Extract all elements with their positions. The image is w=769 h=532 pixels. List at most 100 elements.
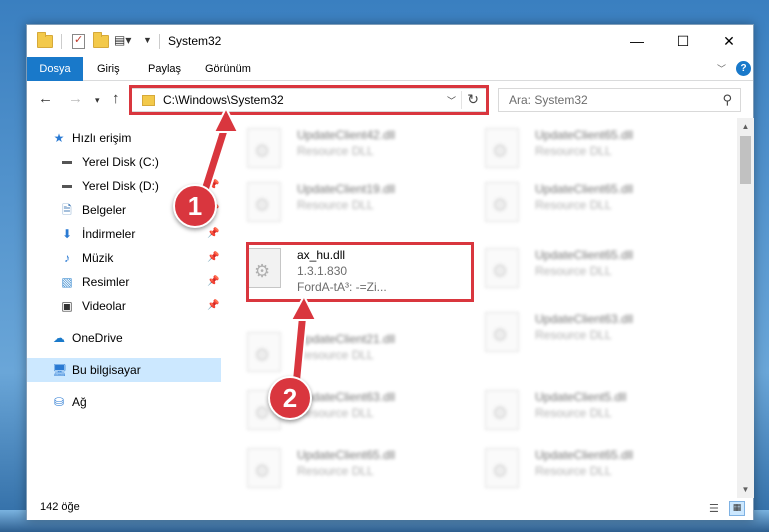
sidebar-item-network[interactable]: ⛁ Ağ <box>27 390 221 414</box>
refresh-icon[interactable]: ↻ <box>467 91 479 108</box>
sidebar-item-onedrive[interactable]: ☁ OneDrive <box>27 326 221 350</box>
help-icon[interactable]: ? <box>736 61 751 76</box>
pin-icon[interactable]: 📌 <box>207 222 219 246</box>
download-icon: ⬇ <box>61 227 73 241</box>
scroll-down-icon[interactable]: ▼ <box>737 481 754 498</box>
file-description: Resource DLL <box>535 406 612 420</box>
list-item[interactable]: UpdateClient65.dll Resource DLL <box>465 124 695 172</box>
search-input[interactable]: Ara: System32 <box>509 93 588 107</box>
address-dropdown-icon[interactable]: ﹀ <box>447 94 456 107</box>
maximize-button[interactable]: ☐ <box>660 25 706 57</box>
expand-ribbon-icon[interactable]: ﹀ <box>717 62 726 75</box>
highlighted-file-item[interactable]: ax_hu.dll 1.3.1.830 FordA-tA³: -=Zi... <box>227 244 457 294</box>
navigation-bar: ← → ▾ ↑ C:\Windows\System32 ﹀ ↻ Ara: Sys… <box>27 82 753 118</box>
file-name: UpdateClient65.dll <box>535 448 634 462</box>
list-item[interactable]: UpdateClient63.dll Resource DLL <box>227 386 457 434</box>
file-description: Resource DLL <box>297 198 374 212</box>
address-path[interactable]: C:\Windows\System32 <box>163 93 284 107</box>
dll-file-icon <box>485 390 519 430</box>
details-view-icon[interactable]: ☰ <box>709 502 725 516</box>
music-icon: ♪ <box>64 251 70 265</box>
list-item[interactable]: UpdateClient5.dll Resource DLL <box>465 386 695 434</box>
list-item[interactable]: UpdateClient42.dll Resource DLL <box>227 124 457 172</box>
forward-arrow-icon[interactable]: → <box>68 90 83 107</box>
vertical-scrollbar[interactable]: ▲ ▼ <box>737 118 754 498</box>
picture-icon: ▧ <box>61 275 73 289</box>
sidebar-item-this-pc[interactable]: 🖥 Bu bilgisayar <box>27 358 221 382</box>
file-name: UpdateClient65.dll <box>535 128 634 142</box>
tab-home[interactable]: Giriş <box>97 57 120 81</box>
pin-icon[interactable]: 📌 <box>207 150 219 174</box>
minimize-button[interactable]: — <box>614 25 660 57</box>
sidebar-item-label: Resimler <box>82 275 130 289</box>
address-bar[interactable]: C:\Windows\System32 ﹀ ↻ <box>131 88 487 112</box>
new-folder-icon[interactable] <box>93 32 109 48</box>
sidebar-item-quick-access[interactable]: ★ Hızlı erişim <box>27 126 221 150</box>
sidebar-item-label: Yerel Disk (C:) <box>82 155 159 169</box>
sidebar-item-label: OneDrive <box>72 331 123 345</box>
close-button[interactable]: ✕ <box>706 25 752 57</box>
dll-file-icon <box>247 448 281 488</box>
title-bar: ▤▾ ▼ System32 — ☐ ✕ <box>27 25 753 57</box>
drive-icon: ▬ <box>62 156 72 167</box>
navigation-pane: ★ Hızlı erişim ▬ Yerel Disk (C:) 📌 ▬ Yer… <box>27 118 221 498</box>
divider <box>159 34 160 49</box>
file-description: Resource DLL <box>297 464 374 478</box>
drive-icon: ▬ <box>62 180 72 191</box>
file-name: UpdateClient65.dll <box>535 182 634 196</box>
file-description: Resource DLL <box>535 328 612 342</box>
pin-icon[interactable]: 📌 <box>207 294 219 318</box>
sidebar-item-videos[interactable]: ▣ Videolar 📌 <box>27 294 221 318</box>
sidebar-item-pictures[interactable]: ▧ Resimler 📌 <box>27 270 221 294</box>
computer-icon: 🖥 <box>52 363 68 377</box>
file-version: 1.3.1.830 <box>297 264 348 278</box>
star-icon: ★ <box>53 131 65 145</box>
list-item[interactable]: UpdateClient65.dll Resource DLL <box>465 178 695 226</box>
list-item[interactable]: UpdateClient65.dll Resource DLL <box>465 444 695 492</box>
tab-view[interactable]: Görünüm <box>205 57 251 81</box>
back-arrow-icon[interactable]: ← <box>38 90 53 107</box>
pin-icon[interactable]: 📌 <box>207 246 219 270</box>
dll-file-icon <box>485 248 519 288</box>
file-name: UpdateClient65.dll <box>535 248 634 262</box>
file-name: ax_hu.dll <box>297 248 346 262</box>
file-name: UpdateClient21.dll <box>297 332 396 346</box>
tab-file[interactable]: Dosya <box>27 57 83 81</box>
step-one-callout: 1 <box>173 184 217 228</box>
list-item[interactable]: UpdateClient21.dll Resource DLL <box>227 328 457 376</box>
pin-icon[interactable]: 📌 <box>207 270 219 294</box>
tab-share[interactable]: Paylaş <box>148 57 181 81</box>
dll-file-icon <box>485 312 519 352</box>
cloud-icon: ☁ <box>53 331 65 345</box>
video-icon: ▣ <box>61 299 73 313</box>
search-box[interactable]: Ara: System32 ⚲ <box>498 88 741 112</box>
list-item[interactable]: UpdateClient19.dll Resource DLL <box>227 178 457 226</box>
sidebar-item-label: Ağ <box>72 395 87 409</box>
list-item[interactable]: UpdateClient63.dll Resource DLL <box>465 308 695 356</box>
file-description: Resource DLL <box>535 464 612 478</box>
file-name: UpdateClient19.dll <box>297 182 396 196</box>
dll-file-icon <box>485 182 519 222</box>
search-icon[interactable]: ⚲ <box>722 92 732 108</box>
file-name: UpdateClient63.dll <box>535 312 634 326</box>
quick-access-dropdown-icon[interactable]: ▼ <box>143 35 152 45</box>
list-item[interactable]: UpdateClient65.dll Resource DLL <box>227 444 457 492</box>
file-explorer-window: ▤▾ ▼ System32 — ☐ ✕ Dosya Giriş Paylaş G… <box>26 24 754 520</box>
up-arrow-icon[interactable]: ↑ <box>112 90 120 107</box>
dll-file-icon <box>485 448 519 488</box>
step-two-callout: 2 <box>268 376 312 420</box>
sidebar-item-music[interactable]: ♪ Müzik 📌 <box>27 246 221 270</box>
scrollbar-thumb[interactable] <box>740 136 751 184</box>
list-item[interactable]: UpdateClient65.dll Resource DLL <box>465 244 695 292</box>
scroll-up-icon[interactable]: ▲ <box>737 118 754 135</box>
sidebar-item-label: İndirmeler <box>82 227 136 241</box>
recent-locations-chevron-icon[interactable]: ▾ <box>95 95 100 106</box>
dll-file-icon <box>247 248 281 288</box>
sidebar-item-label: Müzik <box>82 251 114 265</box>
file-description: Resource DLL <box>535 144 612 158</box>
customize-icon[interactable]: ▤▾ <box>114 33 131 47</box>
file-name: UpdateClient42.dll <box>297 128 396 142</box>
sidebar-item-local-disk-c[interactable]: ▬ Yerel Disk (C:) 📌 <box>27 150 221 174</box>
tiles-view-icon[interactable]: ▦ <box>729 501 745 516</box>
properties-icon[interactable] <box>72 33 85 49</box>
